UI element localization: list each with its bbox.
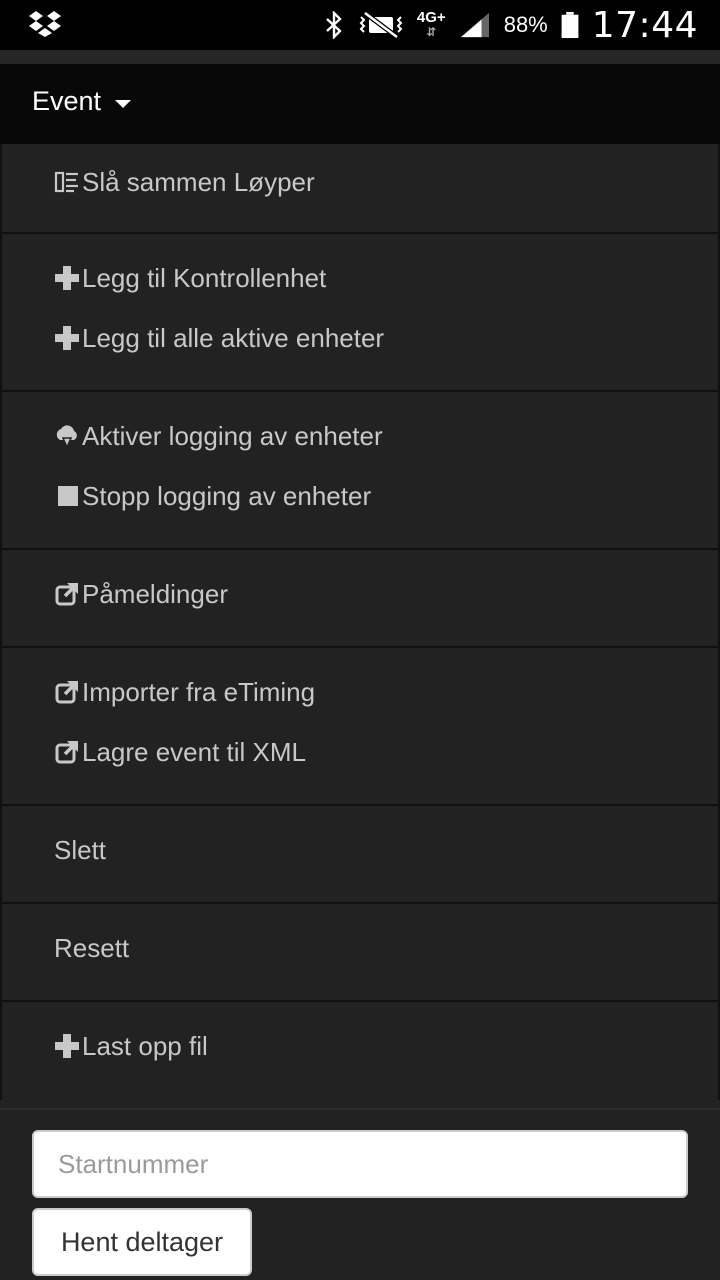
plus-icon (52, 1032, 82, 1060)
menu-group-logging: Aktiver logging av enheter Stopp logging… (2, 392, 718, 550)
external-link-icon (52, 738, 82, 766)
menu-item-upload-file[interactable]: Last opp fil (2, 1016, 718, 1076)
merge-icon (52, 168, 82, 196)
plus-icon (52, 324, 82, 352)
startnummer-input[interactable] (32, 1130, 688, 1198)
menu-item-label: Legg til Kontrollenhet (82, 262, 327, 293)
menu-item-label: Importer fra eTiming (82, 676, 316, 707)
menu-item-delete[interactable]: Slett (2, 820, 718, 880)
caret-down-icon (115, 99, 132, 108)
menu-item-label: Last opp fil (82, 1030, 208, 1061)
menu-group-add-units: Legg til Kontrollenhet Legg til alle akt… (2, 234, 718, 392)
event-dropdown-menu: Slå sammen Løyper Legg til Kontrollenhet… (0, 144, 720, 1100)
navbar: Event (0, 64, 720, 144)
stop-icon (52, 482, 82, 510)
menu-item-stop-logging[interactable]: Stopp logging av enheter (2, 466, 718, 526)
battery-percent: 88% (503, 12, 548, 37)
menu-item-add-control-unit[interactable]: Legg til Kontrollenhet (2, 248, 718, 308)
network-indicator: 4G+ ⇵ (416, 9, 446, 39)
menu-item-label: Slå sammen Løyper (82, 166, 315, 197)
menu-group-merge: Slå sammen Løyper (2, 144, 718, 234)
plus-icon (52, 264, 82, 292)
menu-item-label: Lagre event til XML (82, 736, 307, 767)
cloud-download-icon (52, 422, 82, 450)
bluetooth-icon (326, 11, 342, 39)
vibrate-mute-icon (359, 11, 403, 39)
signal-icon (460, 12, 489, 38)
menu-group-import-export: Importer fra eTiming Lagre event til XML (2, 648, 718, 806)
menu-group-delete: Slett (2, 806, 718, 904)
menu-item-registrations[interactable]: Påmeldinger (2, 564, 718, 624)
network-type: 4G+ (416, 9, 446, 26)
fetch-participant-button[interactable]: Hent deltager (32, 1208, 252, 1276)
status-bar: 4G+ ⇵ 88% 17:44 (0, 0, 720, 50)
menu-item-merge-courses[interactable]: Slå sammen Løyper (2, 152, 718, 212)
menu-item-add-all-active-units[interactable]: Legg til alle aktive enheter (2, 308, 718, 368)
external-link-icon (52, 678, 82, 706)
menu-item-label: Påmeldinger (82, 578, 228, 609)
menu-item-label: Legg til alle aktive enheter (82, 322, 385, 353)
dropbox-icon (29, 11, 61, 37)
data-arrows-icon: ⇵ (426, 25, 437, 39)
menu-group-reset: Resett (2, 904, 718, 1002)
menu-group-upload: Last opp fil (2, 1002, 718, 1100)
battery-icon (561, 11, 579, 39)
menu-item-save-event-xml[interactable]: Lagre event til XML (2, 722, 718, 782)
event-dropdown-label: Event (32, 86, 102, 116)
menu-item-reset[interactable]: Resett (2, 918, 718, 978)
participant-lookup-form: Hent deltager (0, 1108, 720, 1280)
menu-item-activate-logging[interactable]: Aktiver logging av enheter (2, 406, 718, 466)
menu-item-label: Aktiver logging av enheter (82, 420, 383, 451)
clock: 17:44 (591, 4, 698, 46)
menu-item-label: Stopp logging av enheter (82, 480, 372, 511)
event-dropdown-toggle[interactable]: Event (32, 86, 132, 117)
external-link-icon (52, 580, 82, 608)
menu-item-label: Slett (54, 834, 107, 865)
top-strip (0, 50, 720, 64)
menu-group-registrations: Påmeldinger (2, 550, 718, 648)
menu-item-import-etiming[interactable]: Importer fra eTiming (2, 662, 718, 722)
menu-item-label: Resett (54, 932, 130, 963)
